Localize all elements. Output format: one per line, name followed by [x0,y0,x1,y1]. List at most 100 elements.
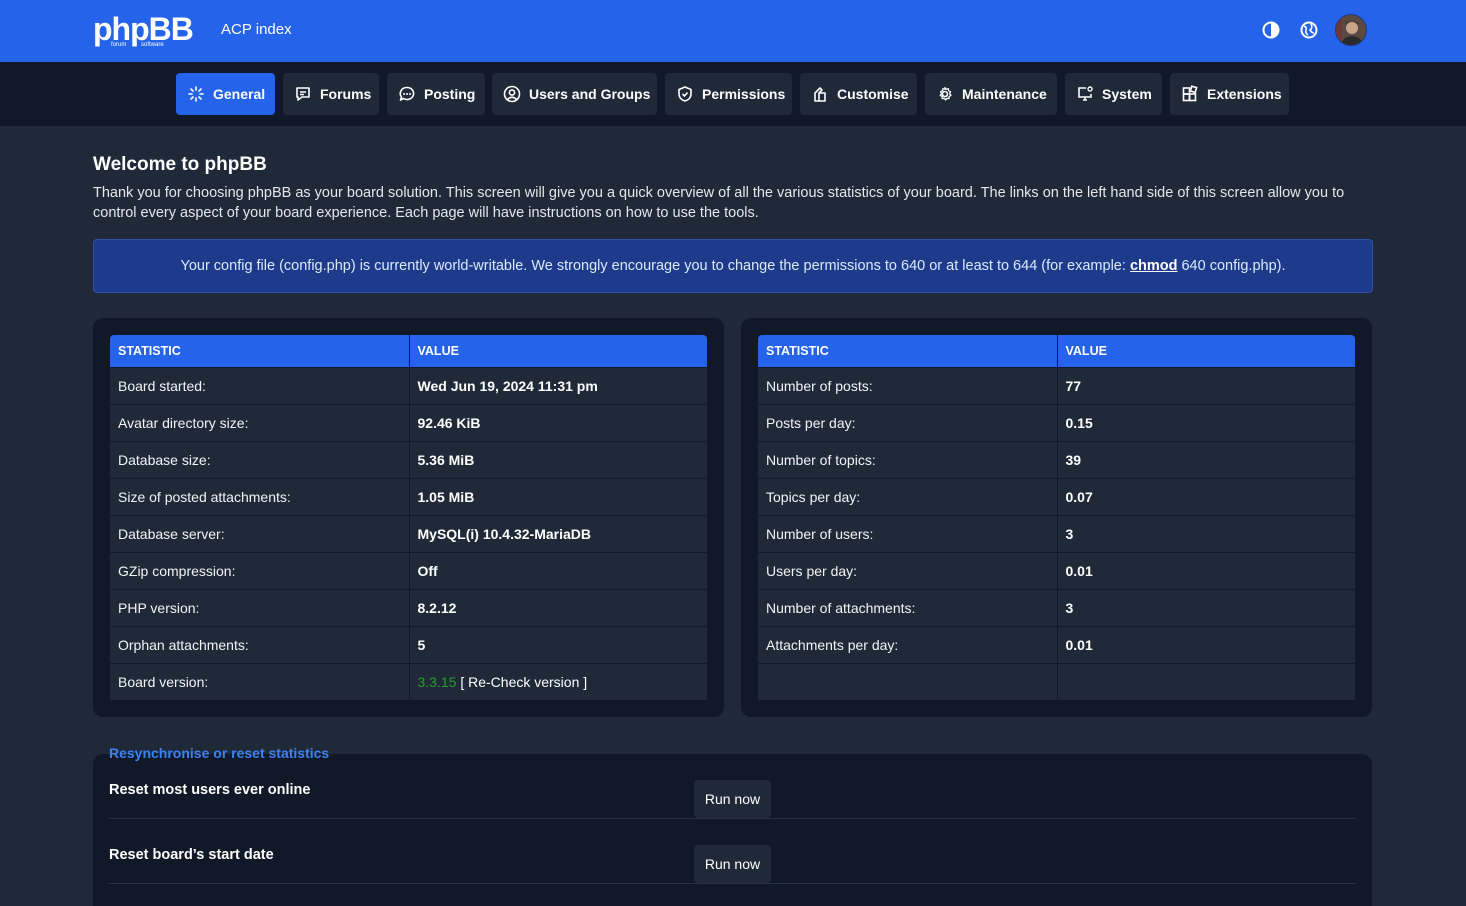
table-row: Board started: Wed Jun 19, 2024 11:31 pm [110,366,707,404]
table-row: Number of topics: 39 [758,440,1355,478]
tab-extensions[interactable]: Extensions [1170,73,1289,115]
gear-icon [939,86,952,101]
tab-system[interactable]: System [1065,73,1162,115]
tab-label: Permissions [702,86,786,102]
tab-customise[interactable]: Customise [800,73,917,115]
stat-label: Attachments per day: [758,625,1057,663]
tab-label: Customise [837,86,909,102]
stat-value: 0.15 [1056,403,1355,441]
tab-label: Extensions [1207,86,1282,102]
content-statistics-panel: STATISTIC VALUE Number of posts: 77 Posts… [741,318,1372,717]
table-row: Number of attachments: 3 [758,588,1355,626]
reset-start-date-run-button[interactable]: Run now [694,845,771,883]
column-header-value: VALUE [1056,335,1355,367]
table-row: Number of posts: 77 [758,366,1355,404]
globe-icon[interactable] [1298,19,1320,41]
board-statistics-panel: STATISTIC VALUE Board started: Wed Jun 19… [93,318,724,717]
stat-value: 1.05 MiB [408,477,707,515]
stat-label: Number of posts: [758,366,1057,404]
chat-bubble-icon [296,87,310,101]
stat-value: 0.07 [1056,477,1355,515]
table-row: Orphan attachments: 5 [110,625,707,663]
stat-label: GZip compression: [110,551,409,589]
recheck-version-link[interactable]: [ Re-Check version ] [460,674,587,690]
tab-maintenance[interactable]: Maintenance [925,73,1057,115]
shield-icon [678,86,692,102]
sparkle-icon [188,86,204,102]
stat-label: Board started: [110,366,409,404]
stat-value: 5 [408,625,707,663]
welcome-description: Thank you for choosing phpBB as your boa… [93,185,1345,221]
tab-forums[interactable]: Forums [283,73,379,115]
stat-value: 3 [1056,514,1355,552]
user-avatar[interactable] [1335,14,1367,46]
table-row: GZip compression: Off [110,551,707,589]
stat-label: Avatar directory size: [110,403,409,441]
stat-label: Posts per day: [758,403,1057,441]
tab-label: System [1102,86,1152,102]
blocks-icon [1182,85,1198,102]
reset-online-run-button[interactable]: Run now [694,780,771,818]
tab-label: Forums [320,86,372,102]
column-header-value: VALUE [408,335,707,367]
table-row: Size of posted attachments: 1.05 MiB [110,477,707,515]
table-row: Board version: 3.3.15 [ Re-Check version… [110,662,707,700]
stat-value: 0.01 [1056,625,1355,663]
table-row: Users per day: 0.01 [758,551,1355,589]
stat-label: Number of attachments: [758,588,1057,626]
top-header: phpBB forum software ACP index [0,0,1466,62]
stat-value: 5.36 MiB [408,440,707,478]
stat-label: Topics per day: [758,477,1057,515]
stat-label: Size of posted attachments: [110,477,409,515]
tab-permissions[interactable]: Permissions [665,73,792,115]
resync-fieldset: Reset most users ever online Run now Res… [93,754,1372,906]
resync-label: Reset board’s start date [109,847,274,863]
tab-posting[interactable]: Posting [387,73,485,115]
config-warning-notice: Your config file (config.php) is current… [93,239,1373,293]
content-statistics-table: STATISTIC VALUE Number of posts: 77 Posts… [758,335,1355,700]
table-row-empty [758,662,1355,700]
stat-value: 8.2.12 [408,588,707,626]
board-version-value: 3.3.15 [ Re-Check version ] [408,662,707,700]
main-navigation: General Forums Posting Users and Groups … [0,62,1466,126]
comment-icon [399,86,415,101]
table-row: Topics per day: 0.07 [758,477,1355,515]
stat-value: Off [408,551,707,589]
tab-label: General [213,86,266,102]
tab-users-and-groups[interactable]: Users and Groups [492,73,657,115]
stat-label: PHP version: [110,588,409,626]
chmod-link[interactable]: chmod [1130,258,1178,274]
monitor-gear-icon [1078,86,1093,101]
stat-value: MySQL(i) 10.4.32-MariaDB [408,514,707,552]
table-row: Number of users: 3 [758,514,1355,552]
table-row: Database size: 5.36 MiB [110,440,707,478]
theme-toggle-icon[interactable] [1260,19,1282,41]
tab-label: Posting [424,86,476,102]
stat-label: Number of users: [758,514,1057,552]
tab-general[interactable]: General [176,73,275,115]
notice-text: Your config file (config.php) is current… [180,258,1130,274]
page-title[interactable]: ACP index [221,21,292,38]
stat-value: 39 [1056,440,1355,478]
resync-legend: Resynchronise or reset statistics [109,745,330,761]
column-header-statistic: STATISTIC [758,335,1057,367]
list-item: Reset most users ever online Run now [109,754,1356,819]
stat-value: 0.01 [1056,551,1355,589]
table-row: PHP version: 8.2.12 [110,588,707,626]
stat-value: 92.46 KiB [408,403,707,441]
list-item: Reset board’s start date Run now [109,819,1356,884]
user-circle-icon [503,85,521,103]
table-row: Posts per day: 0.15 [758,403,1355,441]
stat-label: Board version: [110,662,409,700]
stat-value: Wed Jun 19, 2024 11:31 pm [408,366,707,404]
table-row: Avatar directory size: 92.46 KiB [110,403,707,441]
phpbb-logo[interactable]: phpBB forum software [93,11,194,49]
column-header-statistic: STATISTIC [110,335,409,367]
table-row: Database server: MySQL(i) 10.4.32-MariaDB [110,514,707,552]
resync-label: Reset most users ever online [109,782,311,798]
stat-label: Database size: [110,440,409,478]
stat-value: 77 [1056,366,1355,404]
welcome-heading: Welcome to phpBB [93,154,267,175]
tab-label: Users and Groups [529,86,651,102]
svg-text:forum: forum [111,42,126,48]
